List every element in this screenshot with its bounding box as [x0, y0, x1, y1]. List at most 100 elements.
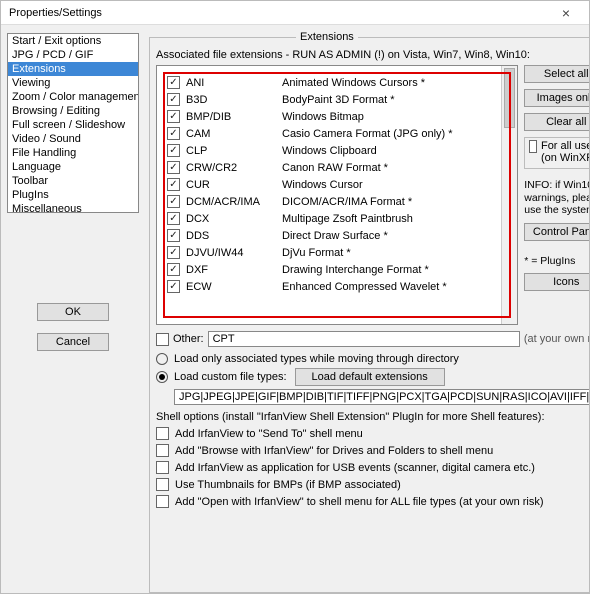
ext-checkbox[interactable] [167, 110, 180, 123]
extension-row[interactable]: ECWEnhanced Compressed Wavelet * [167, 278, 509, 295]
ext-desc: Multipage Zsoft Paintbrush [282, 213, 413, 225]
radio-icon [156, 353, 168, 365]
other-checkbox[interactable] [156, 333, 169, 346]
extension-row[interactable]: CLPWindows Clipboard [167, 142, 509, 159]
category-item[interactable]: Zoom / Color management [8, 90, 138, 104]
ext-checkbox[interactable] [167, 127, 180, 140]
category-item[interactable]: JPG / PCD / GIF [8, 48, 138, 62]
info-text: INFO: if Win10 warnings, please use the … [524, 179, 589, 217]
ext-checkbox[interactable] [167, 195, 180, 208]
shell-thumbs[interactable]: Use Thumbnails for BMPs (if BMP associat… [156, 478, 589, 491]
extension-row[interactable]: CRW/CR2Canon RAW Format * [167, 159, 509, 176]
load-default-button[interactable]: Load default extensions [295, 368, 445, 386]
ext-desc: Windows Cursor [282, 179, 363, 191]
ext-name: BMP/DIB [186, 111, 276, 123]
ext-name: B3D [186, 94, 276, 106]
category-item[interactable]: Language [8, 160, 138, 174]
side-buttons: Select all Images only Clear all For all… [524, 65, 589, 325]
category-item[interactable]: Miscellaneous [8, 202, 138, 213]
images-only-button[interactable]: Images only [524, 89, 589, 107]
ext-name: DJVU/IW44 [186, 247, 276, 259]
load-only-label: Load only associated types while moving … [174, 353, 459, 365]
load-custom-option[interactable]: Load custom file types: [156, 371, 287, 383]
extension-row[interactable]: ANI Animated Windows Cursors * [167, 74, 509, 91]
extension-row[interactable]: DXFDrawing Interchange Format * [167, 261, 509, 278]
other-label: Other: [173, 333, 204, 345]
ext-name: CRW/CR2 [186, 162, 276, 174]
ext-name: CUR [186, 179, 276, 191]
shell-usb[interactable]: Add IrfanView as application for USB eve… [156, 461, 589, 474]
ext-desc: Casio Camera Format (JPG only) * [282, 128, 453, 140]
for-all-users-checkbox[interactable] [529, 140, 537, 153]
ext-checkbox[interactable] [167, 246, 180, 259]
cancel-button[interactable]: Cancel [37, 333, 109, 351]
extension-row[interactable]: CUR Windows Cursor [167, 176, 509, 193]
for-all-users-label: For all users (on WinXP) [541, 140, 589, 164]
ext-checkbox[interactable] [167, 212, 180, 225]
ext-name: CAM [186, 128, 276, 140]
close-icon[interactable]: × [551, 1, 581, 25]
category-item[interactable]: Extensions [8, 62, 138, 76]
window-title: Properties/Settings [9, 1, 102, 25]
extensions-listbox[interactable]: ANI Animated Windows Cursors * B3D BodyPain… [156, 65, 518, 325]
scroll-thumb[interactable] [504, 68, 515, 128]
ext-name: DDS [186, 230, 276, 242]
panel-title: Extensions [296, 31, 358, 43]
select-all-button[interactable]: Select all [524, 65, 589, 83]
ext-checkbox[interactable] [167, 93, 180, 106]
extension-row[interactable]: DCX Multipage Zsoft Paintbrush [167, 210, 509, 227]
extension-row[interactable]: DDS Direct Draw Surface * [167, 227, 509, 244]
ext-name: ANI [186, 77, 276, 89]
ext-checkbox[interactable] [167, 263, 180, 276]
ext-desc: DjVu Format * [282, 247, 351, 259]
extension-row[interactable]: B3D BodyPaint 3D Format * [167, 91, 509, 108]
ext-checkbox[interactable] [167, 229, 180, 242]
ext-name: DCM/ACR/IMA [186, 196, 276, 208]
ext-checkbox[interactable] [167, 144, 180, 157]
plugins-note: * = PlugIns [524, 255, 589, 268]
icons-button[interactable]: Icons [524, 273, 589, 291]
category-item[interactable]: Viewing [8, 76, 138, 90]
category-item[interactable]: Toolbar [8, 174, 138, 188]
clear-all-button[interactable]: Clear all [524, 113, 589, 131]
assoc-label: Associated file extensions - RUN AS ADMI… [156, 49, 589, 61]
checkbox [156, 444, 169, 457]
category-item[interactable]: Start / Exit options [8, 34, 138, 48]
scrollbar[interactable] [501, 66, 517, 324]
ext-name: DXF [186, 264, 276, 276]
ext-desc: Direct Draw Surface * [282, 230, 388, 242]
ext-name: DCX [186, 213, 276, 225]
load-only-option[interactable]: Load only associated types while moving … [156, 353, 589, 365]
ok-button[interactable]: OK [37, 303, 109, 321]
shell-openwith[interactable]: Add "Open with IrfanView" to shell menu … [156, 495, 589, 508]
shell-browse[interactable]: Add "Browse with IrfanView" for Drives a… [156, 444, 589, 457]
category-item[interactable]: Browsing / Editing [8, 104, 138, 118]
category-item[interactable]: Video / Sound [8, 132, 138, 146]
control-panel-button[interactable]: Control Panel [524, 223, 589, 241]
ext-desc: BodyPaint 3D Format * [282, 94, 395, 106]
ext-checkbox[interactable] [167, 280, 180, 293]
extension-row[interactable]: DCM/ACR/IMA DICOM/ACR/IMA Format * [167, 193, 509, 210]
shell-header: Shell options (install "IrfanView Shell … [156, 411, 589, 423]
checkbox [156, 478, 169, 491]
custom-types-input[interactable]: JPG|JPEG|JPE|GIF|BMP|DIB|TIF|TIFF|PNG|PC… [174, 389, 589, 405]
extension-row[interactable]: CAM Casio Camera Format (JPG only) * [167, 125, 509, 142]
ext-name: CLP [186, 145, 276, 157]
ext-checkbox[interactable] [167, 76, 180, 89]
left-pane: Start / Exit optionsJPG / PCD / GIFExten… [1, 25, 145, 593]
ext-desc: Animated Windows Cursors * [282, 77, 425, 89]
titlebar: Properties/Settings × [1, 1, 589, 25]
category-item[interactable]: PlugIns [8, 188, 138, 202]
category-list[interactable]: Start / Exit optionsJPG / PCD / GIFExten… [7, 33, 139, 213]
other-input[interactable]: CPT [208, 331, 520, 347]
category-item[interactable]: File Handling [8, 146, 138, 160]
extension-row[interactable]: BMP/DIBWindows Bitmap [167, 108, 509, 125]
shell-sendto[interactable]: Add IrfanView to "Send To" shell menu [156, 427, 589, 440]
ext-checkbox[interactable] [167, 161, 180, 174]
radio-icon [156, 371, 168, 383]
ext-desc: DICOM/ACR/IMA Format * [282, 196, 412, 208]
category-item[interactable]: Full screen / Slideshow [8, 118, 138, 132]
ext-checkbox[interactable] [167, 178, 180, 191]
ext-name: ECW [186, 281, 276, 293]
extension-row[interactable]: DJVU/IW44 DjVu Format * [167, 244, 509, 261]
